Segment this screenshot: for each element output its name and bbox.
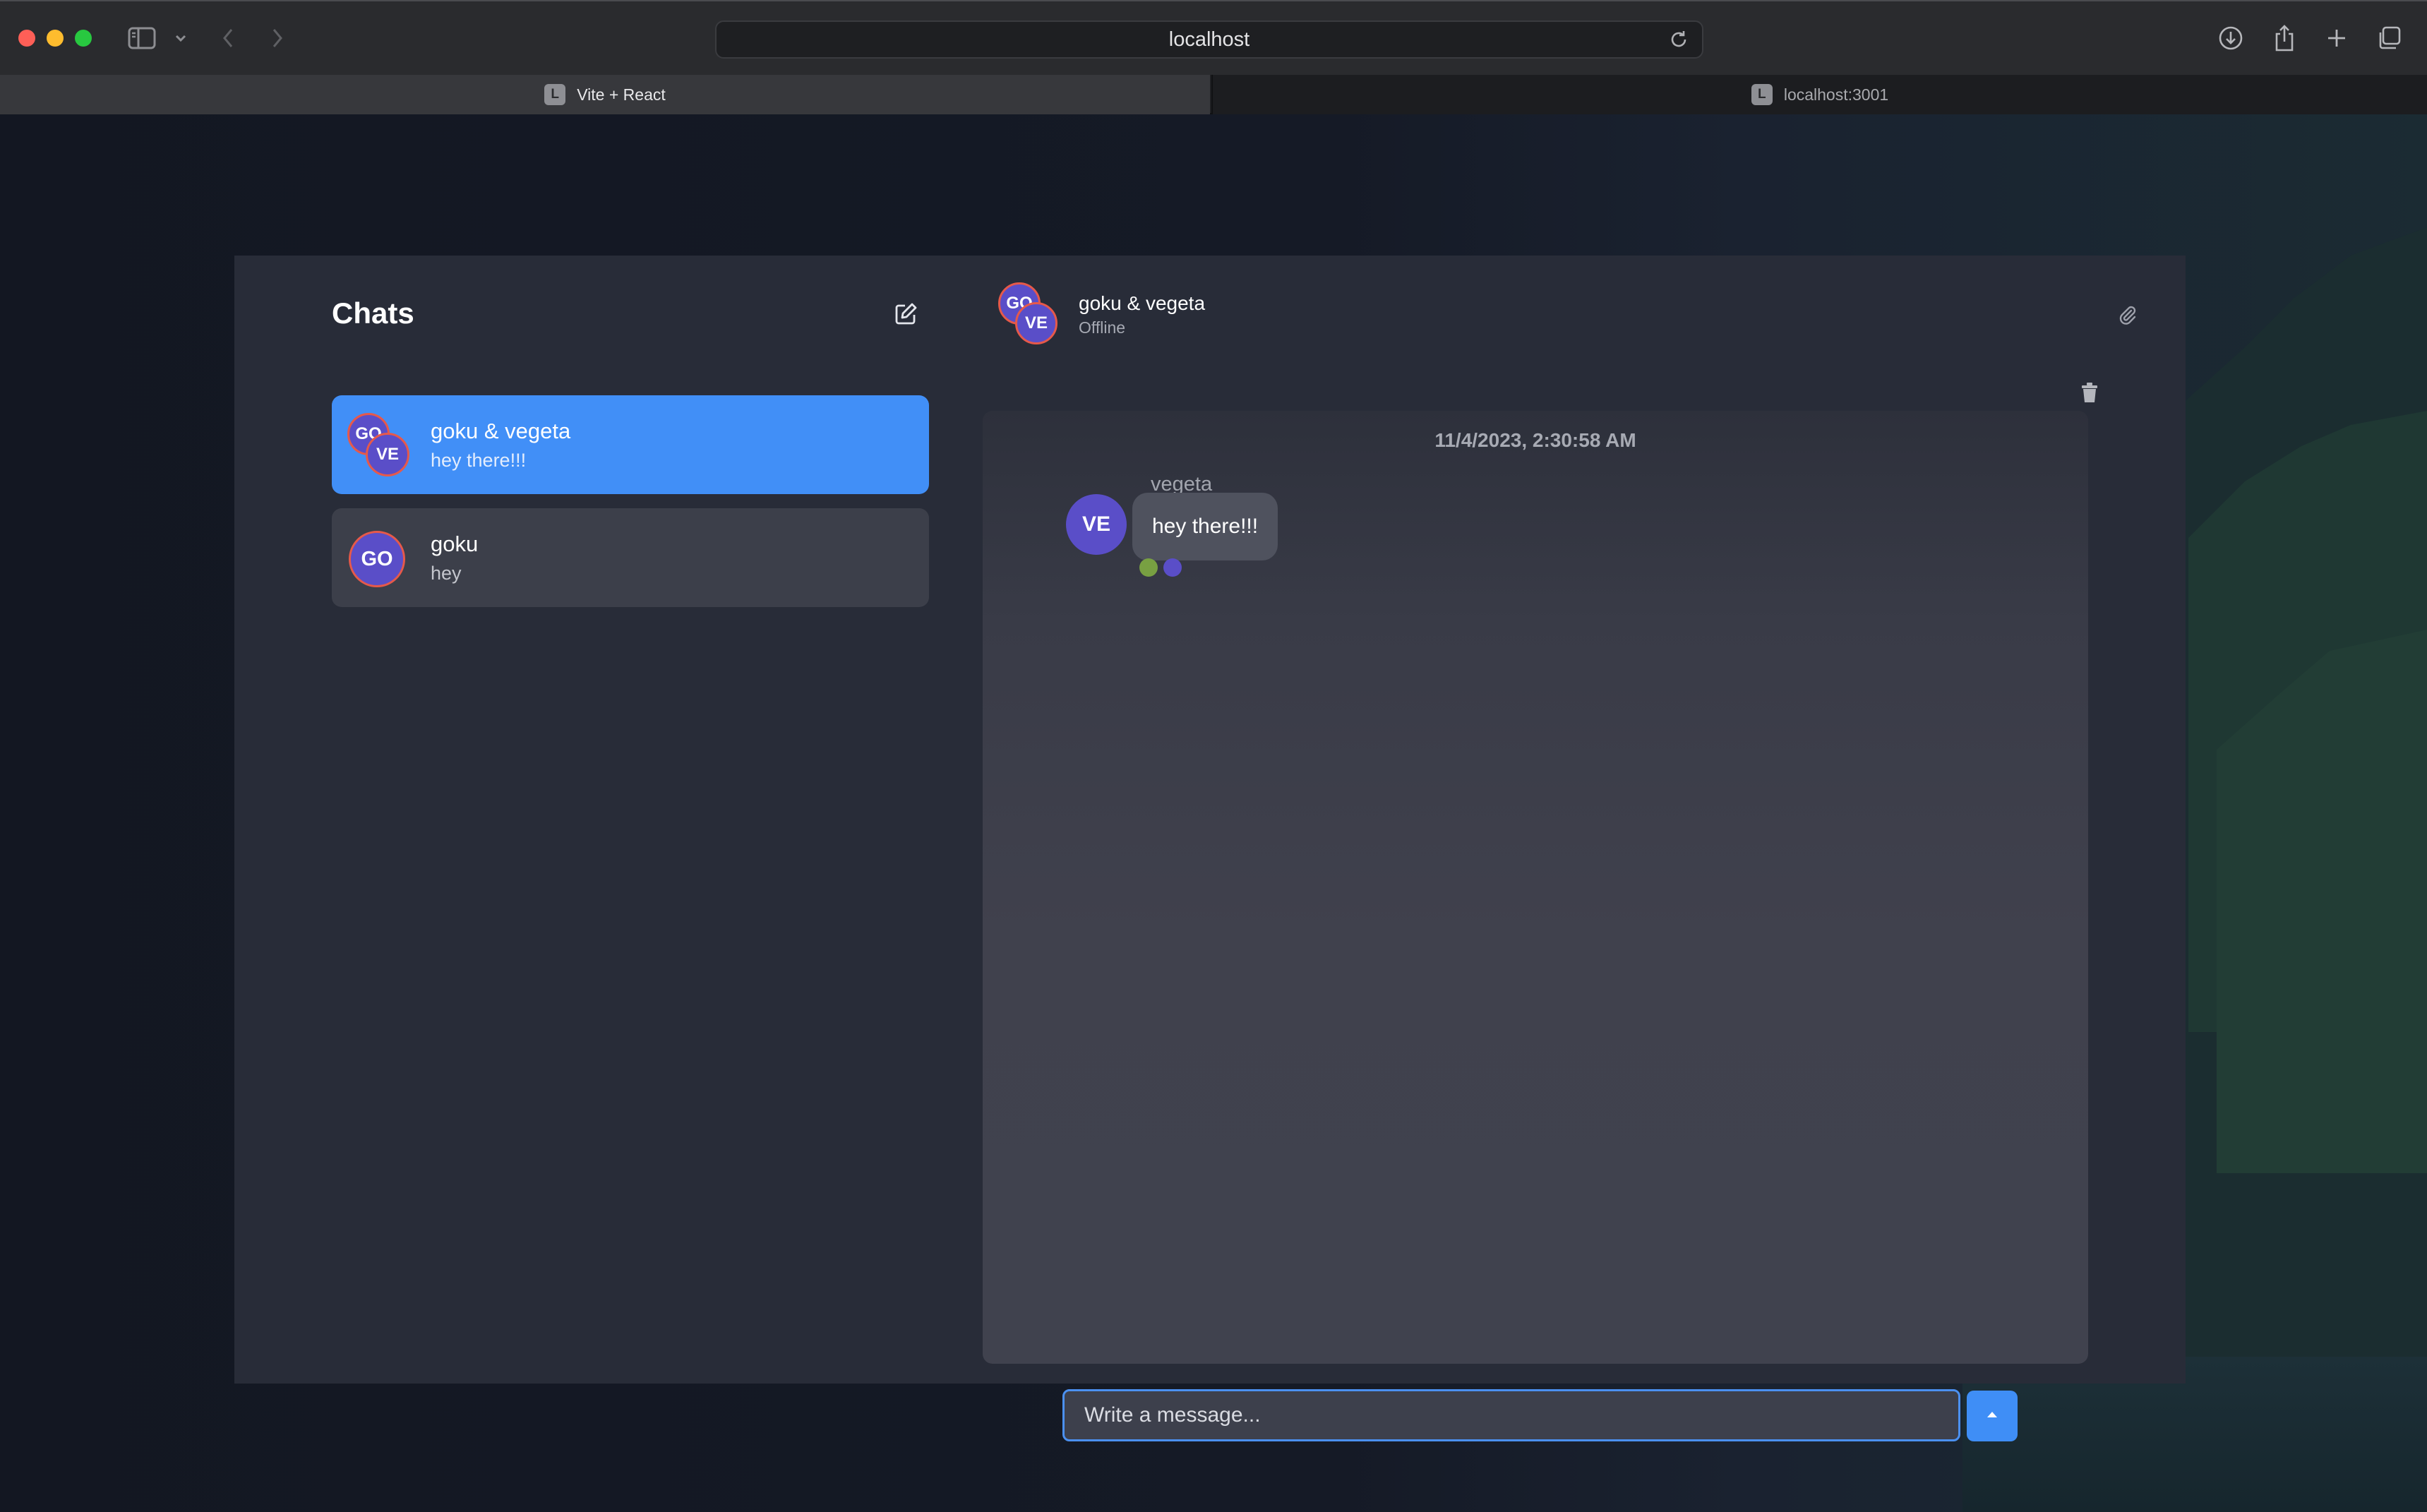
avatar: VE [366,433,409,476]
chat-list-item[interactable]: GO VE goku & vegeta hey there!!! [332,395,929,494]
pencil-square-icon [893,301,918,330]
chevron-down-icon[interactable] [172,23,189,54]
conversation-title: goku & vegeta [1079,292,1206,314]
close-window-button[interactable] [18,30,35,47]
back-arrow-icon[interactable] [217,23,239,54]
page-viewport: Chats GO VE goku & vegeta hey there!!! G… [0,114,2427,1512]
chat-name: goku [431,531,479,556]
tab-favicon: L [1751,84,1773,105]
attach-button[interactable] [2114,302,2142,330]
share-icon[interactable] [2270,23,2299,54]
new-chat-button[interactable] [888,298,923,333]
address-bar[interactable]: localhost [715,20,1703,59]
chat-list-item[interactable]: GO goku hey [332,508,929,607]
group-avatar: GO VE [347,413,411,476]
conversation-status: Offline [1079,318,1126,337]
chat-preview: hey there!!! [431,449,527,471]
tab-vite-react[interactable]: L Vite + React [0,75,1210,114]
message-list: 11/4/2023, 2:30:58 AM vegeta VE hey ther… [983,411,2088,1364]
address-bar-url: localhost [1168,28,1250,51]
zoom-window-button[interactable] [75,30,92,47]
sidebar-title: Chats [332,296,414,330]
tab-overview-icon[interactable] [2375,23,2403,54]
message-input[interactable] [1062,1389,1960,1441]
chat-app: Chats GO VE goku & vegeta hey there!!! G… [234,256,2186,1384]
chat-avatar: GO [347,526,411,589]
chat-sidebar: Chats GO VE goku & vegeta hey there!!! G… [234,256,983,1384]
downloads-icon[interactable] [2217,23,2245,54]
chat-name: goku & vegeta [431,418,571,443]
tab-favicon: L [544,84,566,105]
trash-icon [2080,382,2099,407]
tab-bar: L Vite + React L localhost:3001 [0,75,2427,114]
caret-up-icon [1986,1410,1998,1422]
forward-arrow-icon[interactable] [267,23,288,54]
read-receipt-dot [1139,558,1158,577]
sidebar-toggle-icon[interactable] [126,23,158,54]
minimize-window-button[interactable] [47,30,64,47]
delete-chat-button[interactable] [2074,378,2105,409]
chat-preview: hey [431,562,462,584]
avatar: VE [1066,494,1127,555]
message-bubble: hey there!!! [1132,493,1278,560]
read-receipt-dot [1163,558,1182,577]
new-tab-plus-icon[interactable] [2323,23,2351,54]
reload-icon[interactable] [1668,29,1689,56]
send-button[interactable] [1967,1391,2018,1441]
tab-localhost-3001[interactable]: L localhost:3001 [1211,75,2427,114]
avatar: GO [349,531,405,587]
avatar: VE [1015,302,1057,344]
tab-title: localhost:3001 [1783,85,1889,104]
conversation-avatar: GO VE [998,282,1069,353]
message-date: 11/4/2023, 2:30:58 AM [1434,429,1636,451]
tab-title: Vite + React [577,85,666,104]
browser-toolbar: localhost [0,0,2427,75]
paperclip-icon [2117,304,2138,329]
